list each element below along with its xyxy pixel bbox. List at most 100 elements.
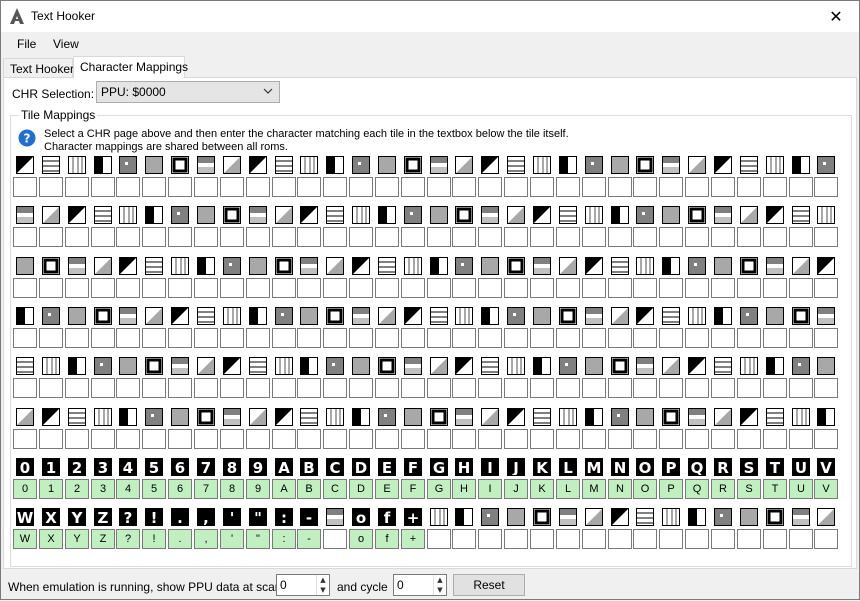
tile-mapping-input[interactable]: 6 — [168, 479, 192, 499]
tile-mapping-input[interactable]: 8 — [220, 479, 244, 499]
tile-mapping-input[interactable]: " — [246, 529, 270, 549]
tile-mapping-input[interactable] — [375, 177, 399, 197]
tile-mapping-input[interactable]: X — [39, 529, 63, 549]
tile-mapping-input[interactable] — [814, 429, 838, 449]
tile-mapping-input[interactable] — [194, 378, 218, 398]
tile-mapping-input[interactable] — [272, 378, 296, 398]
tile-mapping-input[interactable] — [427, 177, 451, 197]
tile-mapping-input[interactable] — [659, 227, 683, 247]
tile-mapping-input[interactable] — [272, 177, 296, 197]
tile-mapping-input[interactable] — [220, 429, 244, 449]
tile-mapping-input[interactable] — [478, 429, 502, 449]
tile-mapping-input[interactable] — [168, 429, 192, 449]
tile-mapping-input[interactable] — [91, 328, 115, 348]
tile-mapping-input[interactable] — [427, 328, 451, 348]
tile-mapping-input[interactable] — [13, 177, 37, 197]
tile-mapping-input[interactable] — [297, 429, 321, 449]
tile-mapping-input[interactable] — [116, 328, 140, 348]
tile-mapping-input[interactable] — [142, 328, 166, 348]
tile-mapping-input[interactable] — [582, 429, 606, 449]
tile-mapping-input[interactable] — [349, 378, 373, 398]
tile-mapping-input[interactable] — [349, 177, 373, 197]
tile-mapping-input[interactable] — [685, 227, 709, 247]
tile-mapping-input[interactable] — [91, 177, 115, 197]
tile-mapping-input[interactable] — [530, 429, 554, 449]
tile-mapping-input[interactable] — [375, 429, 399, 449]
tile-mapping-input[interactable]: ! — [142, 529, 166, 549]
tile-mapping-input[interactable]: . — [168, 529, 192, 549]
tile-mapping-input[interactable]: H — [452, 479, 476, 499]
tile-mapping-input[interactable] — [91, 278, 115, 298]
tile-mapping-input[interactable]: Z — [91, 529, 115, 549]
tile-mapping-input[interactable] — [556, 378, 580, 398]
tile-mapping-input[interactable] — [349, 278, 373, 298]
tile-mapping-input[interactable] — [789, 227, 813, 247]
tile-mapping-input[interactable]: D — [349, 479, 373, 499]
tile-mapping-input[interactable] — [452, 227, 476, 247]
tile-mapping-input[interactable] — [789, 328, 813, 348]
tile-mapping-input[interactable] — [608, 227, 632, 247]
tile-mapping-input[interactable]: V — [814, 479, 838, 499]
tile-mapping-input[interactable]: I — [478, 479, 502, 499]
tile-mapping-input[interactable] — [737, 278, 761, 298]
tile-mapping-input[interactable] — [711, 378, 735, 398]
tile-mapping-input[interactable]: Y — [65, 529, 89, 549]
tile-mapping-input[interactable] — [685, 278, 709, 298]
tile-mapping-input[interactable] — [246, 227, 270, 247]
tile-mapping-input[interactable] — [427, 429, 451, 449]
close-button[interactable]: ✕ — [813, 1, 859, 32]
tile-mapping-input[interactable] — [659, 177, 683, 197]
tile-mapping-input[interactable] — [556, 227, 580, 247]
tile-mapping-input[interactable] — [608, 429, 632, 449]
tile-mapping-input[interactable] — [452, 328, 476, 348]
tile-mapping-input[interactable] — [427, 227, 451, 247]
tile-mapping-input[interactable] — [556, 328, 580, 348]
scanline-spinner[interactable]: 0 ▲ ▼ — [276, 574, 330, 596]
tile-mapping-input[interactable]: C — [323, 479, 347, 499]
tile-mapping-input[interactable] — [608, 328, 632, 348]
tile-mapping-input[interactable] — [427, 529, 451, 549]
tile-mapping-input[interactable] — [582, 278, 606, 298]
tile-mapping-input[interactable] — [220, 278, 244, 298]
tile-mapping-input[interactable] — [349, 227, 373, 247]
tile-mapping-input[interactable] — [582, 328, 606, 348]
tile-mapping-input[interactable] — [39, 227, 63, 247]
tile-mapping-input[interactable] — [452, 429, 476, 449]
tile-mapping-input[interactable]: f — [375, 529, 399, 549]
tile-mapping-input[interactable]: 5 — [142, 479, 166, 499]
tile-mapping-input[interactable]: 3 — [91, 479, 115, 499]
tile-mapping-input[interactable] — [556, 278, 580, 298]
tile-mapping-input[interactable] — [737, 227, 761, 247]
tile-mapping-input[interactable] — [13, 328, 37, 348]
tile-mapping-input[interactable] — [737, 378, 761, 398]
tile-mapping-input[interactable] — [452, 529, 476, 549]
tile-mapping-input[interactable] — [194, 177, 218, 197]
tile-mapping-input[interactable] — [478, 378, 502, 398]
tile-mapping-input[interactable] — [323, 328, 347, 348]
tile-mapping-input[interactable] — [142, 227, 166, 247]
tile-mapping-input[interactable] — [39, 328, 63, 348]
tile-mapping-input[interactable] — [711, 278, 735, 298]
tile-mapping-input[interactable] — [504, 278, 528, 298]
tile-mapping-input[interactable] — [323, 378, 347, 398]
tile-mapping-input[interactable] — [375, 378, 399, 398]
tile-mapping-input[interactable]: W — [13, 529, 37, 549]
tile-mapping-input[interactable] — [633, 177, 657, 197]
menu-view[interactable]: View — [53, 37, 79, 51]
tile-mapping-input[interactable] — [116, 429, 140, 449]
tile-mapping-input[interactable]: N — [608, 479, 632, 499]
tile-mapping-input[interactable] — [168, 278, 192, 298]
tile-mapping-input[interactable] — [737, 177, 761, 197]
tile-mapping-input[interactable] — [323, 529, 347, 549]
tile-mapping-input[interactable] — [478, 529, 502, 549]
tile-mapping-input[interactable] — [504, 529, 528, 549]
tile-mapping-input[interactable] — [608, 378, 632, 398]
tile-mapping-input[interactable] — [323, 227, 347, 247]
tile-mapping-input[interactable] — [349, 328, 373, 348]
tile-mapping-input[interactable] — [91, 227, 115, 247]
tile-mapping-input[interactable] — [478, 278, 502, 298]
tile-mapping-input[interactable]: 9 — [246, 479, 270, 499]
tile-mapping-input[interactable] — [711, 529, 735, 549]
tile-mapping-input[interactable] — [763, 278, 787, 298]
tile-mapping-input[interactable] — [13, 227, 37, 247]
